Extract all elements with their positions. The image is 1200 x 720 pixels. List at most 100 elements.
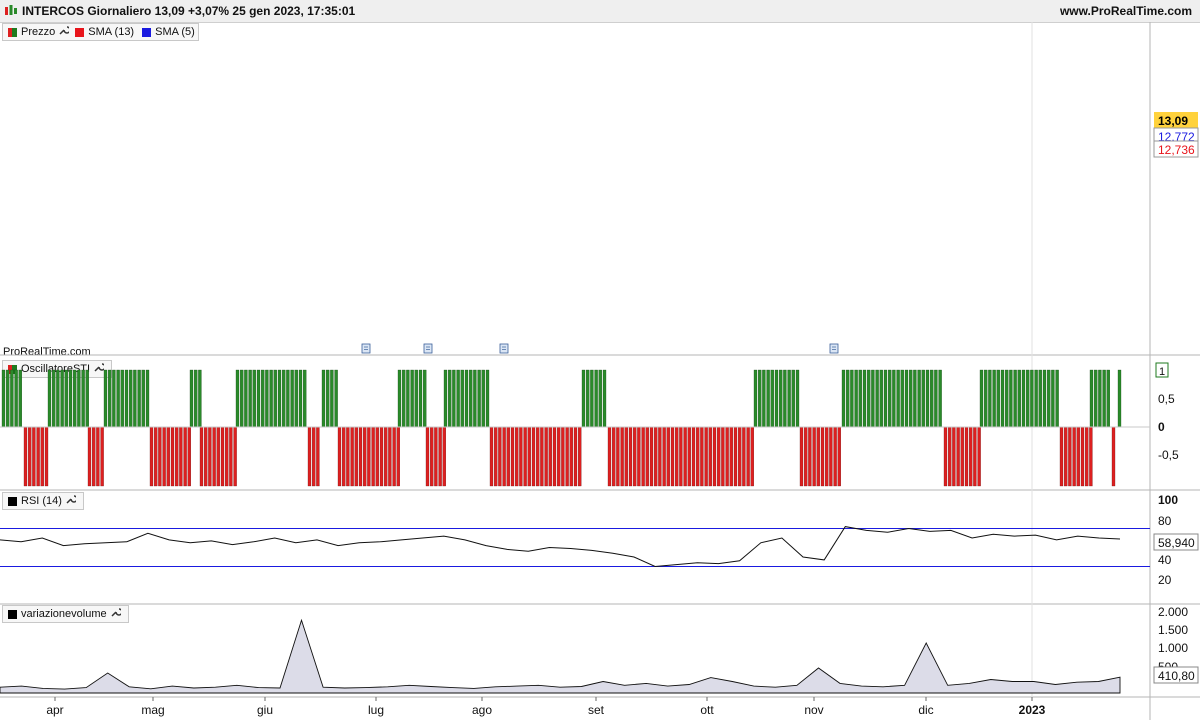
sti-bar-positive	[85, 369, 89, 428]
sti-bar-positive	[452, 369, 456, 428]
sti-bar-positive	[979, 369, 984, 428]
sti-bar-positive	[892, 369, 896, 428]
sti-bar-positive	[1106, 369, 1110, 428]
rsi-line	[0, 526, 1121, 568]
sti-bar-positive	[934, 369, 938, 428]
sti-bar-positive	[189, 369, 194, 428]
sti-bar-negative	[510, 426, 515, 487]
sti-bar-positive	[18, 369, 22, 428]
document-icon	[423, 343, 433, 354]
document-icon-shape	[361, 343, 371, 354]
sti-bar-positive	[68, 369, 73, 428]
document-icon-shape	[499, 343, 509, 354]
sti-bar-positive	[52, 369, 56, 428]
sti-bar-negative	[183, 426, 187, 487]
sti-bar-positive	[460, 369, 464, 428]
sti-bar-negative	[540, 426, 544, 487]
sti-bar-positive	[774, 369, 779, 428]
chart-canvas[interactable]: 1010,51111,51212,51313,51414,513,0912,77…	[0, 22, 1200, 720]
sti-tick-label: 0	[1158, 420, 1165, 434]
sti-bar-positive	[124, 369, 129, 428]
sti-bar-negative	[179, 426, 183, 487]
sti-bar-negative	[628, 426, 633, 487]
sti-bar-negative	[704, 426, 708, 487]
sti-bar-positive	[862, 369, 867, 428]
sti-bar-positive	[402, 369, 406, 428]
sti-bar-negative	[725, 426, 729, 487]
sti-bar-negative	[506, 426, 510, 487]
sti-bar-positive	[988, 369, 992, 428]
sti-bar-positive	[261, 369, 265, 428]
sti-bar-negative	[166, 426, 170, 487]
sti-bar-positive	[586, 369, 590, 428]
sti-bar-negative	[612, 426, 616, 487]
sma13-value-badge: 12,736	[1158, 143, 1195, 157]
document-icon-shape	[829, 343, 839, 354]
sti-bar-positive	[294, 369, 298, 428]
sti-bar-positive	[473, 369, 477, 428]
sti-bar-positive	[598, 369, 602, 428]
sti-bar-negative	[527, 426, 531, 487]
sti-bar-positive	[423, 369, 427, 428]
sti-bar-negative	[425, 426, 430, 487]
sti-bar-negative	[233, 426, 237, 487]
chart-title: INTERCOS Giornaliero 13,09 +3,07% 25 gen…	[22, 4, 356, 18]
sti-bar-positive	[1034, 369, 1038, 428]
sti-bar-negative	[307, 426, 312, 487]
x-tick-label: mag	[141, 703, 164, 717]
sti-bar-negative	[396, 426, 400, 487]
sti-bar-negative	[32, 426, 36, 487]
sti-bar-negative	[498, 426, 502, 487]
sti-bar-negative	[342, 426, 346, 487]
sti-bar-positive	[303, 369, 307, 428]
sti-bar-positive	[60, 369, 64, 428]
sti-bar-negative	[502, 426, 506, 487]
sti-bar-negative	[829, 426, 833, 487]
sti-bar-negative	[565, 426, 569, 487]
sti-bar-positive	[443, 369, 448, 428]
sti-bar-negative	[544, 426, 548, 487]
sti-bar-negative	[620, 426, 624, 487]
sti-bar-negative	[825, 426, 829, 487]
sti-bar-negative	[438, 426, 442, 487]
sti-bar-negative	[569, 426, 573, 487]
sti-bar-positive	[464, 369, 469, 428]
sti-bar-positive	[1, 369, 6, 428]
sti-bar-negative	[616, 426, 620, 487]
sti-bar-negative	[812, 426, 816, 487]
sti-bar-positive	[858, 369, 862, 428]
rsi-tick-label: 80	[1158, 514, 1172, 528]
sti-bar-positive	[1042, 369, 1047, 428]
sti-bar-negative	[729, 426, 733, 487]
sti-bar-negative	[578, 426, 582, 487]
volume-area	[0, 618, 1121, 694]
sti-bar-negative	[1085, 426, 1089, 487]
sti-bar-negative	[624, 426, 628, 487]
sti-bar-negative	[92, 426, 96, 487]
sti-bar-positive	[867, 369, 871, 428]
sti-tick-label: 0,5	[1158, 392, 1175, 406]
sti-bar-positive	[81, 369, 85, 428]
site-link[interactable]: www.ProRealTime.com	[1060, 4, 1192, 18]
sti-bar-negative	[149, 426, 154, 487]
sti-bar-positive	[112, 369, 116, 428]
sti-bar-positive	[883, 369, 888, 428]
sti-bar-negative	[229, 426, 233, 487]
sti-bar-positive	[1013, 369, 1017, 428]
sti-bar-negative	[969, 426, 973, 487]
sti-bar-negative	[523, 426, 527, 487]
sti-bar-negative	[552, 426, 557, 487]
sti-bar-positive	[900, 369, 904, 428]
sti-bar-positive	[477, 369, 481, 428]
sti-bar-positive	[137, 369, 141, 428]
sti-bar-negative	[1080, 426, 1085, 487]
sti-bar-negative	[199, 426, 204, 487]
sti-bar-negative	[379, 426, 384, 487]
x-tick-label: ott	[700, 703, 714, 717]
sti-bar-negative	[187, 426, 191, 487]
sti-bar-negative	[100, 426, 104, 487]
sti-bar-positive	[1030, 369, 1034, 428]
sti-bar-negative	[1111, 426, 1116, 487]
sti-bar-positive	[921, 369, 925, 428]
rsi-tick-label: 100	[1158, 493, 1178, 507]
